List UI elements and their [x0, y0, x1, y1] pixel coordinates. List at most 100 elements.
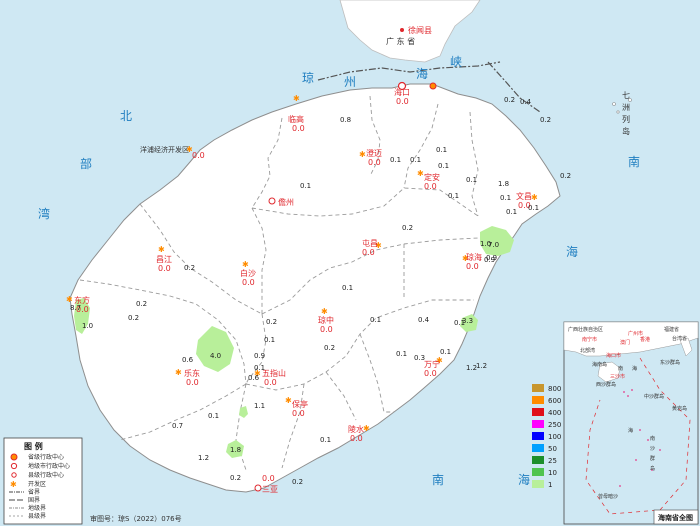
station-value: 0.1 — [390, 156, 401, 164]
station-value: 0.2 — [540, 116, 551, 124]
city-name-qionghai: 琼海 — [466, 252, 482, 262]
station-value: 0.1 — [342, 284, 353, 292]
city-value-wanning: 0.0 — [424, 369, 437, 378]
sea-label: 部 — [80, 156, 92, 171]
legend-item: 省级行政中心 — [28, 453, 64, 461]
city-name-lingshui: 陵水 — [348, 424, 364, 434]
patch-label: 7.0 — [488, 241, 499, 249]
station-value: 0.9 — [486, 254, 497, 262]
station-value: 0.1 — [300, 182, 311, 190]
station-value: 0.1 — [466, 176, 477, 184]
inset-label: 南 — [650, 435, 655, 442]
sea-label: 湾 — [38, 206, 50, 221]
station-value: 0.4 — [520, 98, 532, 106]
city-name-yangpu: 洋浦经济开发区 — [140, 145, 189, 154]
patch-label: 3.3 — [462, 317, 473, 325]
inset-label: 南宁市 — [582, 336, 597, 343]
inset-label: 群 — [650, 455, 655, 462]
scale-label: 800 — [548, 385, 561, 393]
station-value: 1.8 — [498, 180, 509, 188]
station-value: 1.2 — [476, 362, 487, 370]
station-value: 0.4 — [418, 316, 430, 324]
inset-label: 福建省 — [664, 326, 679, 333]
station-value: 0.2 — [292, 478, 303, 486]
city-name-sanya: 三亚 — [262, 485, 278, 494]
sea-label: 北 — [120, 109, 132, 123]
legend-item: 国界 — [28, 497, 40, 504]
scale-label: 1 — [548, 481, 552, 489]
station-value: 1.1 — [254, 402, 265, 410]
inset-label: 海 — [628, 427, 633, 434]
county-star: ✱ — [363, 424, 370, 433]
city-value-baisha: 0.0 — [242, 278, 255, 287]
station-value: 0.2 — [504, 96, 515, 104]
city-name-qiongzhong: 琼中 — [318, 315, 334, 325]
inset-label: 澳门 — [620, 339, 630, 346]
sea-label: 海 — [518, 472, 530, 487]
city-name-danzhou: 儋州 — [278, 197, 294, 207]
sea-label: 南 — [628, 154, 640, 169]
sea-label: 州 — [344, 75, 356, 89]
scale-swatch — [532, 432, 544, 440]
station-value: 0.1 — [208, 412, 219, 420]
station-value: 0.2 — [560, 172, 571, 180]
precipitation-map: 北 部 湾 琼 州 海 峡 南 海 南 海 七 洲 列 岛 广 东 省 徐闻县 … — [0, 0, 700, 526]
legend-item: 开发区 — [28, 480, 46, 488]
legend-item: 县级行政中心 — [28, 471, 64, 479]
legend-item: 地级界 — [28, 504, 46, 512]
city-value-lingshui: 0.0 — [350, 434, 363, 443]
inset-label: 香港 — [640, 336, 650, 343]
city-value-chengmai: 0.0 — [368, 158, 381, 167]
scale-label: 25 — [548, 457, 557, 465]
legend-title: 图 例 — [24, 441, 43, 451]
inset-label: 海口市 — [606, 352, 621, 359]
station-value: 0.1 — [500, 194, 511, 202]
legend-symbol-capital — [10, 453, 18, 461]
station-value: 0.8 — [340, 116, 351, 124]
county-star: ✱ — [242, 260, 249, 269]
scale-swatch — [532, 420, 544, 428]
city-value-wuzhishan: 0.0 — [264, 378, 277, 387]
sea-label: 海 — [566, 244, 578, 259]
scale-label: 100 — [548, 433, 561, 441]
city-value-ledong: 0.0 — [186, 378, 199, 387]
city-value-changjiang: 0.0 — [158, 264, 171, 273]
qizhou-char: 洲 — [622, 103, 630, 112]
station-value: 0.1 — [254, 364, 265, 372]
qizhou-char: 七 — [622, 91, 630, 100]
review-number: 审图号：琼S（2022）076号 — [90, 514, 182, 523]
capital-marker-center — [429, 82, 437, 90]
inset-label: 台湾省 — [672, 335, 687, 342]
station-value: 0.1 — [436, 146, 447, 154]
county-star: ✱ — [293, 94, 300, 103]
qizhou-char: 列 — [622, 114, 630, 124]
station-value: 1.0 — [82, 322, 93, 330]
station-value: 8.7 — [70, 304, 81, 312]
city-name-changjiang: 昌江 — [156, 255, 172, 264]
city-value-lingao: 0.0 — [292, 124, 305, 133]
scale-label: 50 — [548, 445, 557, 453]
station-value: 0.1 — [440, 348, 451, 356]
station-value: 0.1 — [528, 204, 539, 212]
city-value-qionghai: 0.0 — [466, 262, 479, 271]
sea-label: 峡 — [450, 55, 462, 69]
scale-swatch — [532, 396, 544, 404]
city-value-yangpu: 0.0 — [192, 151, 205, 160]
inset-map: 广西壮族自治区 广州市 福建省 香港 南宁市 海口市 澳门 台湾省 东沙群岛 西… — [563, 321, 699, 525]
legend-item: 地级市行政中心 — [28, 462, 70, 470]
station-value: 0.7 — [172, 422, 183, 430]
station-value: 0.6 — [248, 374, 260, 382]
inset-label: 曾母暗沙 — [598, 493, 618, 500]
station-value: 0.1 — [264, 336, 275, 344]
inset-label: 广州市 — [628, 330, 643, 337]
inset-label: 南 — [618, 365, 623, 372]
station-value: 0.1 — [370, 316, 381, 324]
station-value: 0.9 — [254, 352, 265, 360]
station-value: 0.2 — [230, 474, 241, 482]
station-value: 0.2 — [184, 264, 195, 272]
province-label: 广 东 省 — [386, 36, 415, 46]
station-value: 0.1 — [448, 192, 459, 200]
station-value: 0.1 — [396, 350, 407, 358]
station-value: 0.2 — [402, 224, 413, 232]
county-star: ✱ — [321, 307, 328, 316]
